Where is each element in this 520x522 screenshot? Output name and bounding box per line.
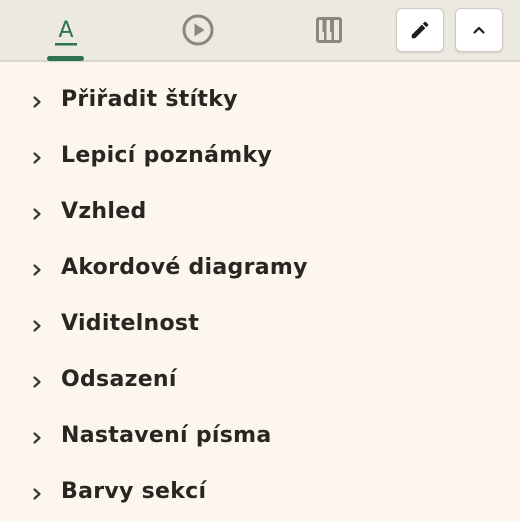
menu-item-label: Vzhled xyxy=(61,199,147,224)
menu-item-label: Nastavení písma xyxy=(61,423,272,448)
menu-item-font-settings[interactable]: Nastavení písma xyxy=(0,410,520,466)
tab-play[interactable] xyxy=(158,0,238,60)
menu-item-assign-tags[interactable]: Přiřadit štítky xyxy=(0,74,520,130)
menu-item-appearance[interactable]: Vzhled xyxy=(0,186,520,242)
chevron-right-icon xyxy=(33,96,41,108)
menu-item-label: Odsazení xyxy=(61,367,177,392)
text-format-icon: A xyxy=(55,18,77,46)
chevron-right-icon xyxy=(33,432,41,444)
chevron-up-icon xyxy=(473,26,485,34)
settings-menu: Přiřadit štítky Lepicí poznámky Vzhled A… xyxy=(0,74,520,522)
pencil-icon xyxy=(411,21,429,39)
menu-item-label: Lepicí poznámky xyxy=(61,143,273,168)
chevron-right-icon xyxy=(33,320,41,332)
toolbar: A xyxy=(0,0,520,62)
chevron-right-icon xyxy=(33,376,41,388)
collapse-button[interactable] xyxy=(455,8,503,52)
tab-piano[interactable] xyxy=(289,0,369,60)
menu-item-chord-diagrams[interactable]: Akordové diagramy xyxy=(0,242,520,298)
piano-keys-icon xyxy=(316,17,342,43)
menu-item-label: Přiřadit štítky xyxy=(61,87,238,112)
menu-item-label: Viditelnost xyxy=(61,311,200,336)
chevron-right-icon xyxy=(33,208,41,220)
chevron-right-icon xyxy=(33,264,41,276)
menu-item-spacing[interactable]: Odsazení xyxy=(0,354,520,410)
text-format-glyph: A xyxy=(58,18,73,43)
active-tab-indicator xyxy=(47,56,84,61)
menu-item-visibility[interactable]: Viditelnost xyxy=(0,298,520,354)
tab-text-format[interactable]: A xyxy=(26,0,106,60)
menu-item-sticky-notes[interactable]: Lepicí poznámky xyxy=(0,130,520,186)
chevron-right-icon xyxy=(33,152,41,164)
menu-item-label: Akordové diagramy xyxy=(61,255,308,280)
menu-item-label: Barvy sekcí xyxy=(61,479,207,504)
chevron-right-icon xyxy=(33,488,41,500)
edit-button[interactable] xyxy=(396,8,444,52)
play-circle-icon xyxy=(182,14,214,46)
